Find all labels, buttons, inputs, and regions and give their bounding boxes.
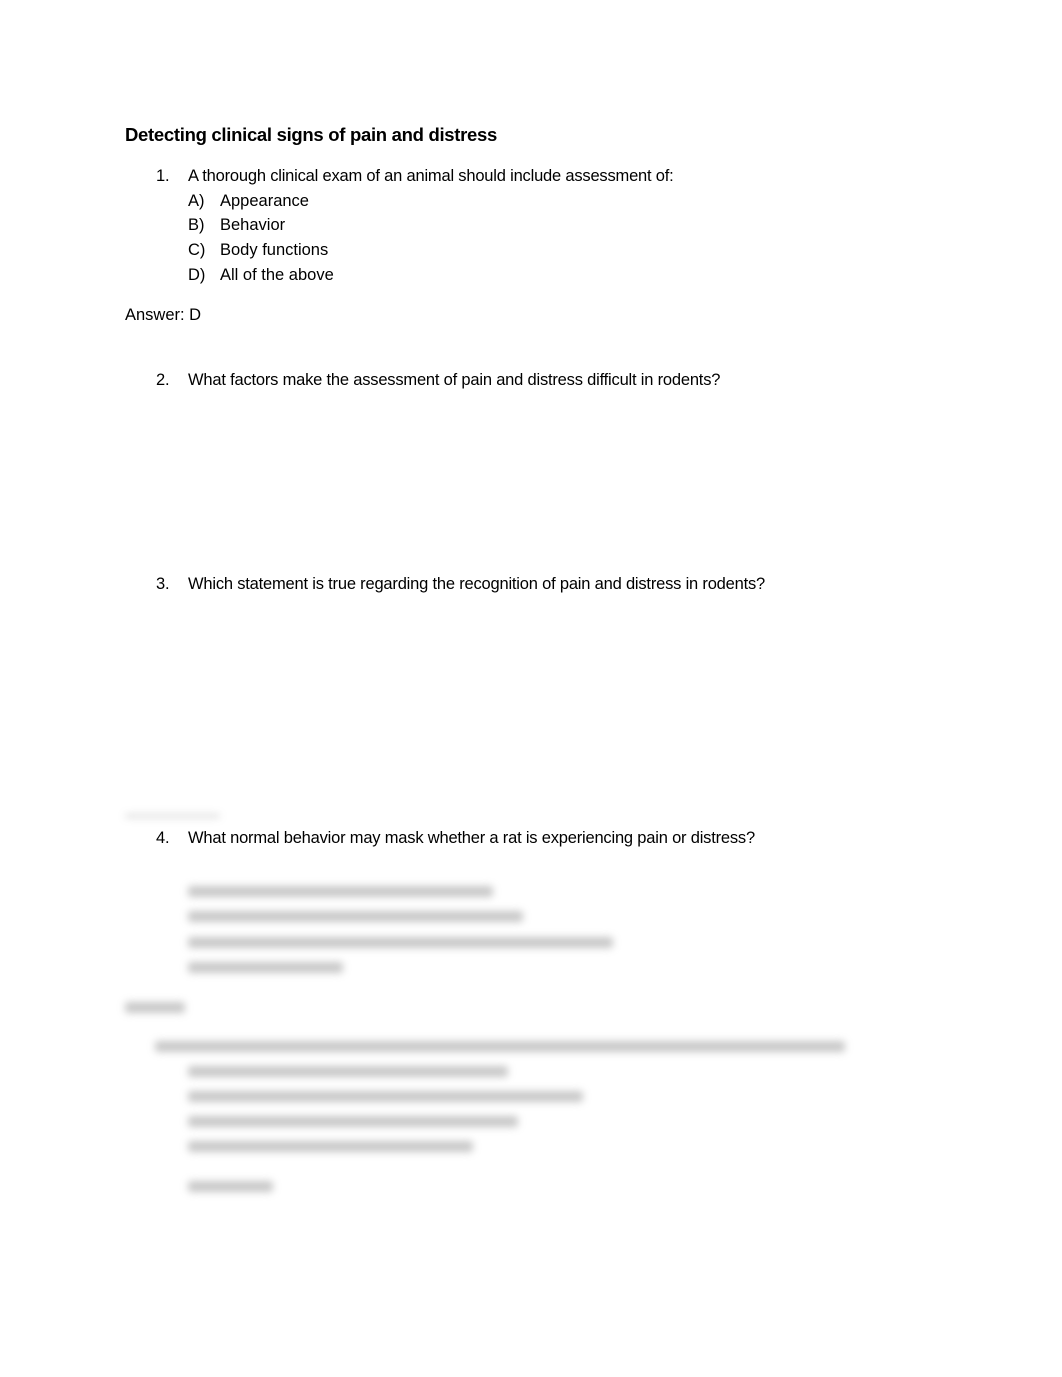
blurred-line <box>188 1181 273 1192</box>
option-text: All of the above <box>220 266 334 284</box>
blurred-line <box>188 911 523 922</box>
option-letter: D) <box>188 266 206 284</box>
blurred-line <box>188 1091 583 1102</box>
blurred-line <box>125 1002 185 1013</box>
blurred-line <box>155 1041 845 1052</box>
question-number: 4. <box>156 829 170 847</box>
blurred-line <box>188 937 613 948</box>
question-text: Which statement is true regarding the re… <box>188 575 766 593</box>
question-number: 1. <box>156 167 170 185</box>
option-text: Body functions <box>220 241 329 259</box>
option-text: Appearance <box>220 192 309 210</box>
blurred-line <box>188 1116 518 1127</box>
option-text: Behavior <box>220 216 286 234</box>
answer-text: Answer: D <box>125 306 202 324</box>
option-letter: B) <box>188 216 205 234</box>
blurred-line <box>188 1141 473 1152</box>
blurred-line <box>188 886 493 897</box>
question-text: What normal behavior may mask whether a … <box>188 829 755 847</box>
question-text: What factors make the assessment of pain… <box>188 371 721 389</box>
document-title: Detecting clinical signs of pain and dis… <box>125 124 498 145</box>
blurred-line <box>188 962 343 973</box>
blurred-line <box>125 814 220 818</box>
option-letter: A) <box>188 192 205 210</box>
question-number: 2. <box>156 371 170 389</box>
option-letter: C) <box>188 241 206 259</box>
question-number: 3. <box>156 575 170 593</box>
blurred-line <box>188 1066 508 1077</box>
question-text: A thorough clinical exam of an animal sh… <box>188 167 674 185</box>
